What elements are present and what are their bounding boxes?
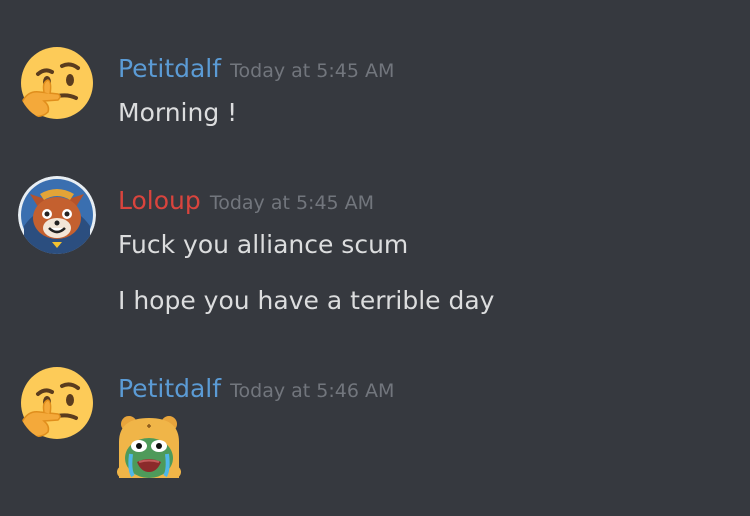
timestamp: Today at 5:45 AM <box>230 60 395 82</box>
thinking-face-icon[interactable] <box>18 44 96 122</box>
message-text: I hope you have a terrible day <box>118 286 495 315</box>
message-header: Petitdalf Today at 5:46 AM <box>118 372 394 406</box>
username[interactable]: Petitdalf <box>118 374 221 403</box>
timestamp: Today at 5:46 AM <box>230 380 395 402</box>
timestamp: Today at 5:45 AM <box>209 192 375 214</box>
message-header: Petitdalf Today at 5:45 AM <box>118 52 394 86</box>
red-panda-avatar[interactable] <box>18 176 96 254</box>
username[interactable]: Loloup <box>118 186 201 215</box>
message-text: Fuck you alliance scum <box>118 230 409 259</box>
thinking-face-icon[interactable] <box>18 364 96 442</box>
chat-message-list: Petitdalf Today at 5:45 AM Morning ! Lol… <box>0 0 750 516</box>
username[interactable]: Petitdalf <box>118 54 221 83</box>
message-text: Morning ! <box>118 98 238 127</box>
crying-pepe-emoji[interactable] <box>117 414 181 478</box>
message-header: Loloup Today at 5:45 AM <box>118 184 374 218</box>
